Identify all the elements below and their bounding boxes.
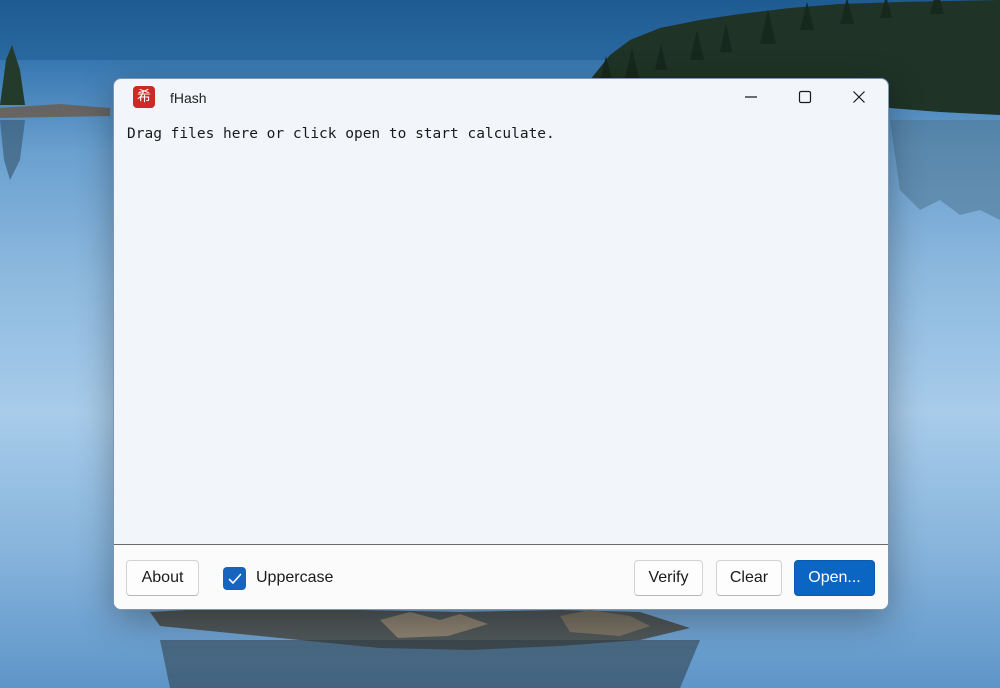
minimize-icon <box>745 96 757 98</box>
open-button[interactable]: Open... <box>794 560 875 596</box>
window-title: fHash <box>170 90 207 106</box>
app-icon: 希 <box>133 86 155 108</box>
results-area[interactable]: Drag files here or click open to start c… <box>114 117 888 545</box>
about-button[interactable]: About <box>126 560 199 596</box>
drop-hint-text: Drag files here or click open to start c… <box>127 126 555 142</box>
footer-toolbar: About Uppercase Verify Clear Open... <box>114 545 888 609</box>
title-bar[interactable]: 希 fHash <box>114 79 888 117</box>
uppercase-label[interactable]: Uppercase <box>256 569 333 587</box>
maximize-icon <box>798 90 812 104</box>
fhash-window: 希 fHash Drag files here or click open to… <box>113 78 889 610</box>
maximize-button[interactable] <box>778 79 832 115</box>
minimize-button[interactable] <box>724 79 778 115</box>
close-button[interactable] <box>832 79 886 115</box>
uppercase-checkbox[interactable] <box>223 567 246 590</box>
close-icon <box>853 91 865 103</box>
verify-button[interactable]: Verify <box>634 560 703 596</box>
clear-button[interactable]: Clear <box>716 560 782 596</box>
checkmark-icon <box>228 573 241 584</box>
